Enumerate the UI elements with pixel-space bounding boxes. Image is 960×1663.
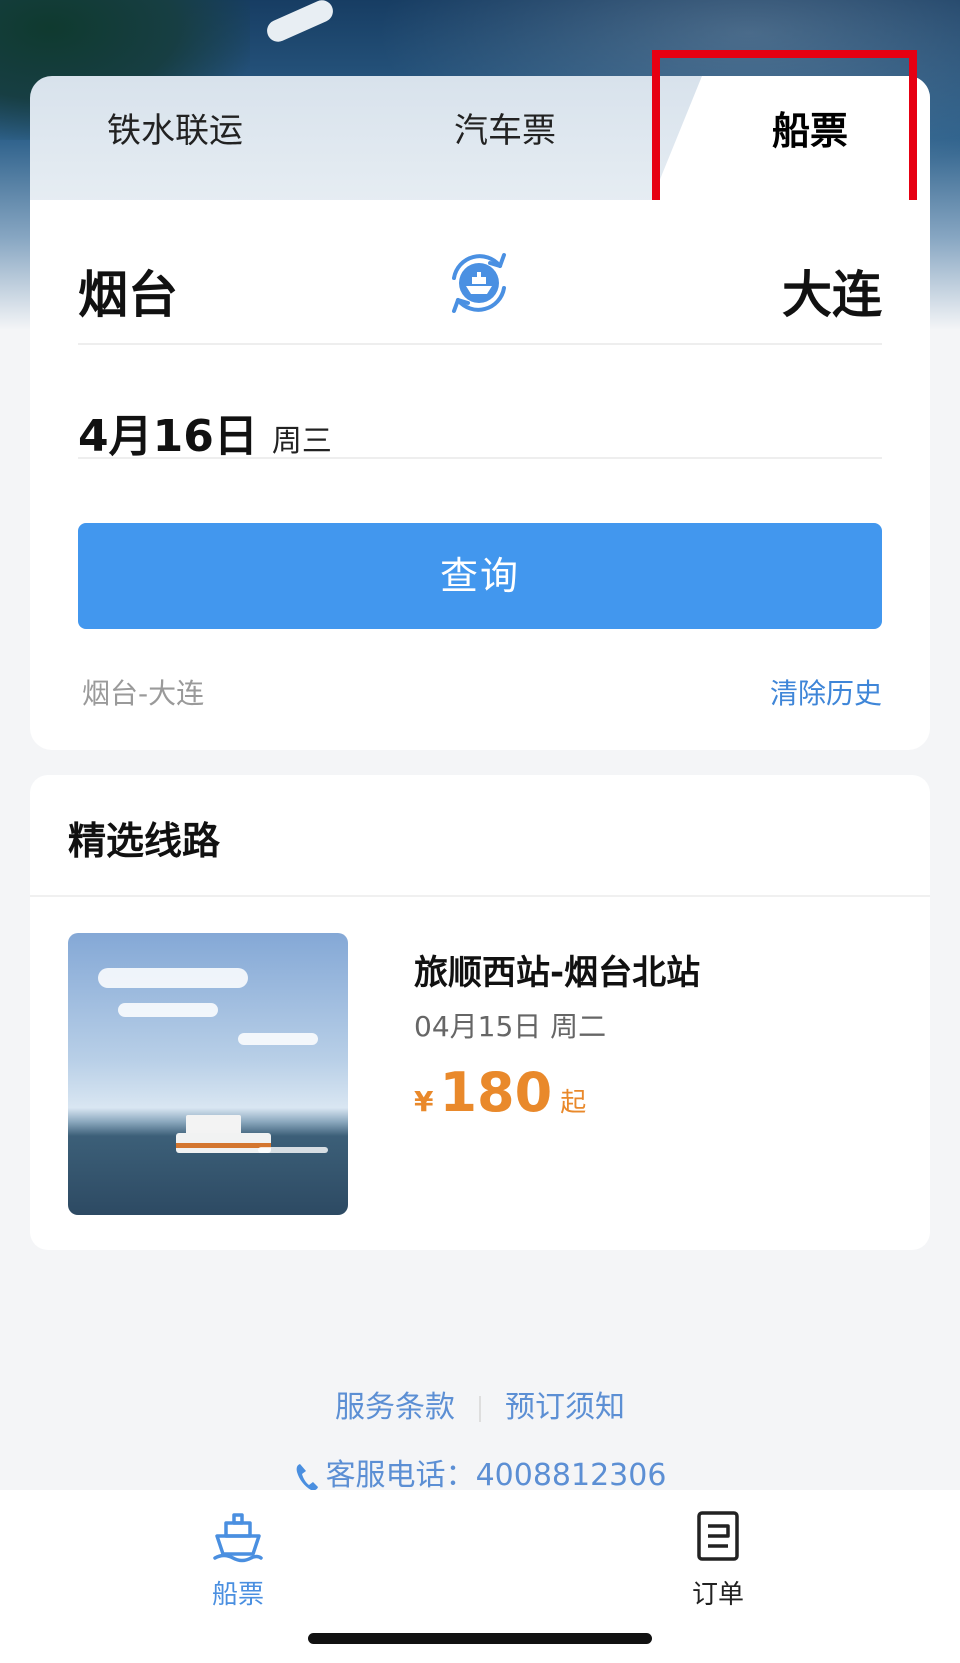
ship-icon	[213, 1513, 263, 1563]
featured-routes-card: 精选线路 旅顺西站-烟台北站 04月15日 周二 ¥180 起	[30, 775, 930, 1250]
nav-label: 订单	[691, 1580, 744, 1610]
route-thumbnail[interactable]	[68, 933, 348, 1215]
booking-notice-link[interactable]: 预订须知	[505, 1390, 625, 1425]
nav-ship-tickets[interactable]: 船票	[178, 1508, 298, 1611]
divider	[78, 457, 882, 459]
tab-bus-ticket[interactable]: 汽车票	[415, 106, 595, 156]
route-price: ¥180 起	[414, 1061, 586, 1124]
ship-image	[263, 0, 337, 46]
separator	[479, 1395, 481, 1422]
departure-city[interactable]: 烟台	[78, 255, 178, 327]
customer-service-hotline[interactable]: 客服电话：4008812306	[0, 1450, 960, 1494]
price-suffix: 起	[560, 1088, 587, 1118]
route-name[interactable]: 旅顺西站-烟台北站	[414, 945, 700, 994]
price-value: 180	[439, 1061, 553, 1124]
divider	[78, 343, 882, 345]
search-button[interactable]: 查询	[78, 523, 882, 629]
swap-icon[interactable]	[444, 248, 514, 318]
order-icon	[697, 1511, 739, 1561]
search-history-item[interactable]: 烟台-大连	[82, 672, 204, 712]
currency-symbol: ¥	[414, 1085, 434, 1118]
travel-date: 4月16日	[78, 411, 258, 462]
hotline-label: 客服电话：	[325, 1458, 476, 1493]
date-selector[interactable]: 4月16日 周三	[78, 400, 332, 464]
tab-rail-water[interactable]: 铁水联运	[85, 106, 265, 156]
home-indicator[interactable]	[308, 1633, 652, 1644]
footer-links: 服务条款 预订须知	[0, 1382, 960, 1426]
section-title: 精选线路	[68, 819, 221, 863]
nav-orders[interactable]: 订单	[658, 1508, 778, 1611]
divider	[30, 895, 930, 897]
phone-icon	[296, 1463, 318, 1490]
travel-weekday: 周三	[271, 424, 332, 459]
route-date: 04月15日 周二	[414, 1010, 607, 1043]
nav-label: 船票	[211, 1580, 264, 1610]
clear-history-link[interactable]: 清除历史	[770, 672, 882, 712]
terms-link[interactable]: 服务条款	[335, 1390, 455, 1425]
search-card: 烟台 大连 4月16日 周三 查询 烟台-大连 清除历史	[30, 200, 930, 750]
highlight-box	[652, 50, 917, 208]
arrival-city[interactable]: 大连	[782, 255, 882, 327]
hotline-number[interactable]: 4008812306	[476, 1458, 667, 1493]
